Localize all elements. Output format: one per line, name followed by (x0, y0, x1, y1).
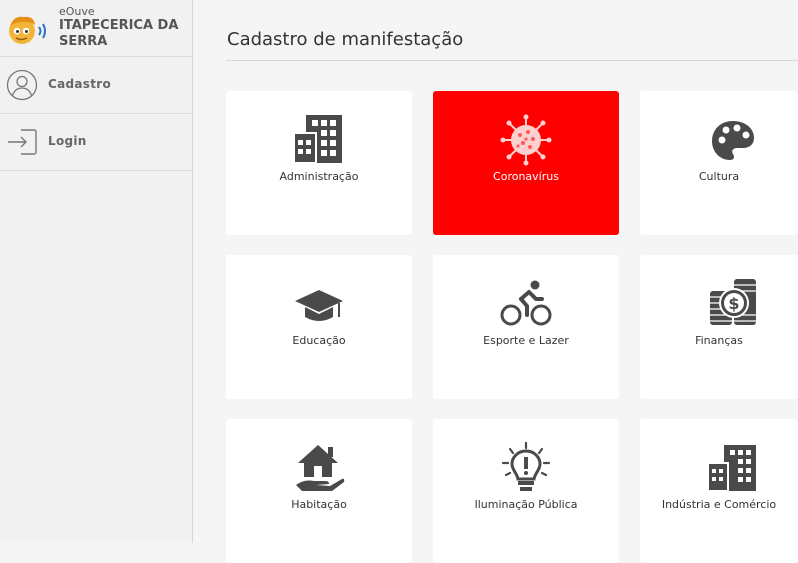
divider (226, 60, 798, 61)
coins-icon: $ (706, 277, 760, 331)
house-hand-icon (292, 441, 346, 495)
graduation-cap-icon (292, 277, 346, 331)
category-label: Finanças (695, 334, 743, 347)
user-circle-icon (6, 69, 38, 101)
category-label: Iluminação Pública (474, 498, 578, 511)
page-title: Cadastro de manifestação (227, 29, 464, 50)
category-card-coronavirus[interactable]: Coronavírus (433, 91, 619, 235)
brand-header[interactable]: eOuve ITAPECERICA DA SERRA (0, 0, 192, 57)
category-label: Esporte e Lazer (483, 334, 569, 347)
category-label: Administração (279, 170, 359, 183)
sidebar-item-label: Login (48, 134, 87, 148)
mascot-logo-icon (6, 12, 50, 48)
category-card-financas[interactable]: $ Finanças (640, 255, 798, 399)
cyclist-icon (499, 277, 553, 331)
category-card-cultura[interactable]: Cultura (640, 91, 798, 235)
category-card-esporte-lazer[interactable]: Esporte e Lazer (433, 255, 619, 399)
lightbulb-icon (499, 441, 553, 495)
category-card-educacao[interactable]: Educação (226, 255, 412, 399)
category-card-iluminacao-publica[interactable]: Iluminação Pública (433, 419, 619, 563)
sidebar-item-login[interactable]: Login (0, 114, 192, 171)
palette-icon (706, 113, 760, 167)
virus-icon (499, 113, 553, 167)
category-label: Indústria e Comércio (661, 498, 777, 511)
sidebar: eOuve ITAPECERICA DA SERRA Cadastro Logi… (0, 0, 193, 543)
category-label: Coronavírus (493, 170, 559, 183)
city-buildings-icon (706, 441, 760, 495)
city-name: ITAPECERICA DA SERRA (59, 18, 179, 49)
category-card-industria-comercio[interactable]: Indústria e Comércio (640, 419, 798, 563)
app-name: eOuve (59, 5, 95, 18)
svg-text:$: $ (728, 294, 739, 313)
category-label: Educação (292, 334, 346, 347)
category-label: Habitação (291, 498, 347, 511)
category-label: Cultura (698, 170, 740, 183)
login-icon (6, 126, 38, 158)
main-content: Cadastro de manifestação Administração C… (194, 0, 798, 563)
category-card-administracao[interactable]: Administração (226, 91, 412, 235)
building-icon (292, 113, 346, 167)
sidebar-item-label: Cadastro (48, 77, 112, 91)
category-card-habitacao[interactable]: Habitação (226, 419, 412, 563)
sidebar-item-cadastro[interactable]: Cadastro (0, 57, 192, 114)
